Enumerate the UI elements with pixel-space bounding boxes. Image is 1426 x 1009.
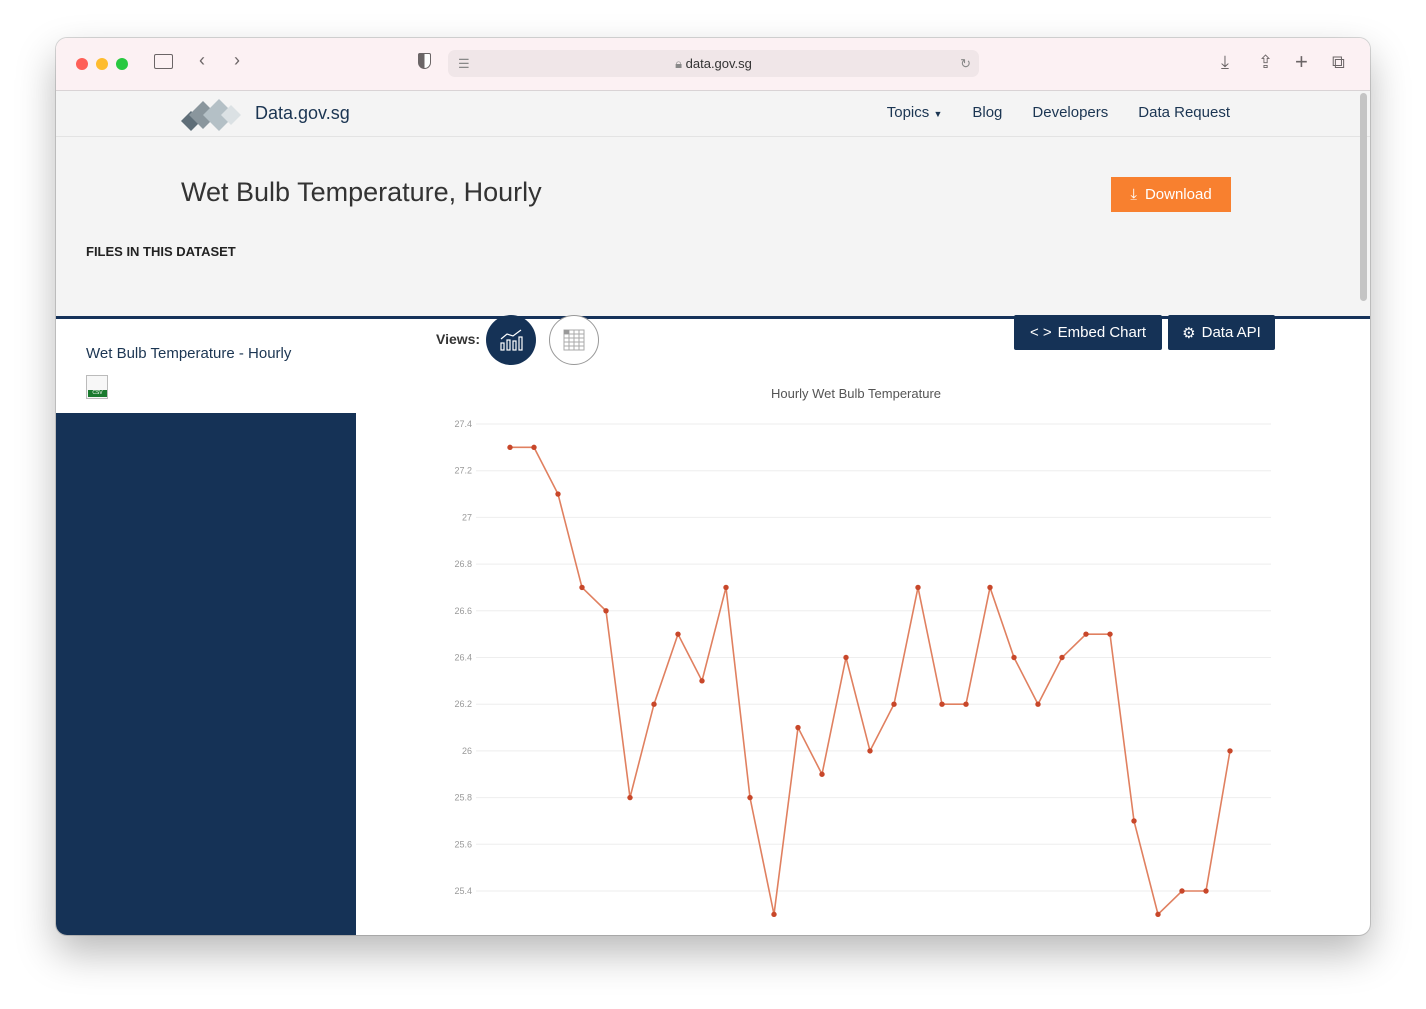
y-tick-label: 25.8 bbox=[454, 793, 472, 803]
chart-icon bbox=[500, 329, 523, 351]
data-point bbox=[1011, 654, 1017, 661]
file-sidebar: Wet Bulb Temperature - Hourly CSV bbox=[56, 321, 356, 935]
data-point bbox=[747, 794, 753, 801]
address-bar[interactable]: ☰ 🔒︎ data.gov.sg ↻ bbox=[448, 50, 979, 77]
chart-title: Hourly Wet Bulb Temperature bbox=[771, 386, 941, 401]
data-point bbox=[987, 584, 993, 591]
data-api-button[interactable]: ⚙ Data API bbox=[1168, 315, 1275, 350]
data-point bbox=[1083, 631, 1089, 637]
y-tick-label: 27.4 bbox=[454, 419, 472, 429]
y-tick-label: 26.6 bbox=[454, 606, 472, 616]
download-icon: ⤓ bbox=[1130, 186, 1137, 203]
y-tick-label: 26.8 bbox=[454, 559, 472, 569]
privacy-shield-icon[interactable] bbox=[418, 53, 431, 69]
nav-data-request[interactable]: Data Request bbox=[1138, 104, 1230, 121]
y-tick-label: 25.6 bbox=[454, 839, 472, 849]
data-point bbox=[1179, 888, 1185, 894]
y-tick-label: 26.2 bbox=[454, 699, 472, 709]
tab-overview-icon[interactable]: ⧉ bbox=[1332, 52, 1345, 73]
caret-down-icon: ▼ bbox=[933, 109, 943, 119]
data-point bbox=[531, 444, 537, 451]
data-point bbox=[1059, 654, 1065, 661]
code-icon: < > bbox=[1029, 324, 1052, 341]
dataset-header: Wet Bulb Temperature, Hourly ⤓ Download F… bbox=[56, 137, 1370, 319]
line-chart: Hourly Wet Bulb Temperature 27.4 27.2 27 26.… bbox=[454, 386, 1271, 918]
browser-toolbar: ‹ › ☰ 🔒︎ data.gov.sg ↻ ⤓ ⇪ + ⧉ bbox=[56, 38, 1370, 91]
data-point bbox=[651, 701, 657, 707]
data-point bbox=[963, 701, 969, 707]
url-text: data.gov.sg bbox=[685, 56, 752, 71]
site-navbar: Data.gov.sg Topics ▼ Blog Developers Dat… bbox=[56, 91, 1370, 137]
y-tick-label: 27.2 bbox=[454, 466, 472, 476]
browser-window: ‹ › ☰ 🔒︎ data.gov.sg ↻ ⤓ ⇪ + ⧉ Data.gov.… bbox=[56, 38, 1370, 935]
data-point bbox=[555, 491, 561, 497]
y-tick-label: 25.4 bbox=[454, 886, 472, 896]
data-point bbox=[1155, 911, 1161, 918]
data-point bbox=[1107, 631, 1113, 637]
forward-icon[interactable]: › bbox=[234, 50, 240, 71]
csv-file-icon[interactable]: CSV bbox=[86, 375, 108, 399]
data-point bbox=[603, 608, 609, 614]
scrollbar[interactable] bbox=[1360, 93, 1367, 301]
y-tick-label: 26 bbox=[462, 746, 472, 756]
data-point bbox=[627, 794, 633, 801]
reader-icon[interactable]: ☰ bbox=[458, 50, 470, 77]
sidebar-toggle-icon[interactable] bbox=[154, 54, 173, 69]
data-point bbox=[1131, 818, 1137, 824]
y-tick-label: 26.4 bbox=[454, 653, 472, 663]
download-button[interactable]: ⤓ Download bbox=[1111, 177, 1231, 212]
page-title: Wet Bulb Temperature, Hourly bbox=[181, 177, 542, 207]
data-point bbox=[867, 748, 873, 754]
data-point bbox=[507, 444, 513, 451]
nav-developers[interactable]: Developers bbox=[1032, 104, 1108, 121]
nav-blog[interactable]: Blog bbox=[972, 104, 1002, 121]
minimize-window-button[interactable] bbox=[96, 58, 108, 70]
data-point bbox=[939, 701, 945, 707]
data-point bbox=[1227, 748, 1233, 754]
back-icon[interactable]: ‹ bbox=[199, 50, 205, 71]
y-tick-label: 27 bbox=[462, 512, 472, 522]
data-point bbox=[675, 631, 681, 637]
table-view-button[interactable] bbox=[549, 315, 599, 365]
views-label: Views: bbox=[436, 331, 481, 347]
table-icon bbox=[563, 329, 585, 351]
new-tab-icon[interactable]: + bbox=[1295, 49, 1308, 75]
chart-view-button[interactable] bbox=[486, 315, 536, 365]
downloads-icon[interactable]: ⤓ bbox=[1221, 52, 1229, 73]
site-logo[interactable] bbox=[181, 97, 245, 131]
data-point bbox=[891, 701, 897, 707]
data-point bbox=[579, 584, 585, 591]
data-point bbox=[1203, 888, 1209, 894]
file-link[interactable]: Wet Bulb Temperature - Hourly bbox=[86, 345, 291, 362]
files-heading: FILES IN THIS DATASET bbox=[86, 244, 236, 259]
lock-icon: 🔒︎ bbox=[675, 56, 683, 71]
site-brand[interactable]: Data.gov.sg bbox=[255, 103, 350, 124]
data-point bbox=[843, 654, 849, 661]
data-point bbox=[819, 771, 825, 777]
share-icon[interactable]: ⇪ bbox=[1258, 52, 1273, 73]
nav-topics[interactable]: Topics ▼ bbox=[887, 104, 943, 121]
sidebar-panel bbox=[56, 413, 356, 935]
data-point bbox=[699, 678, 705, 684]
data-point bbox=[723, 584, 729, 591]
embed-chart-button[interactable]: < > Embed Chart bbox=[1014, 315, 1162, 350]
data-point bbox=[771, 911, 777, 918]
data-point bbox=[915, 584, 921, 591]
data-point bbox=[795, 724, 801, 731]
gears-icon: ⚙ bbox=[1182, 324, 1196, 342]
maximize-window-button[interactable] bbox=[116, 58, 128, 70]
close-window-button[interactable] bbox=[76, 58, 88, 70]
data-point bbox=[1035, 701, 1041, 707]
reload-icon[interactable]: ↻ bbox=[960, 50, 971, 77]
